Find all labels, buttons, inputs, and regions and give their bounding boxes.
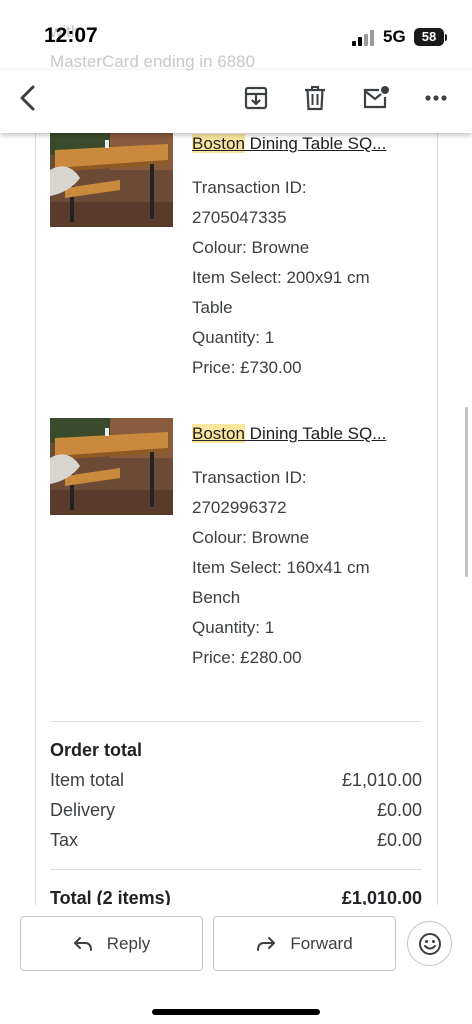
tax-row: Tax £0.00 (50, 830, 422, 851)
search-highlight: Boston (192, 134, 245, 153)
divider (50, 869, 422, 870)
item-quantity: Quantity: 1 (192, 618, 275, 637)
item-select-continued: Bench (192, 588, 241, 607)
item-colour: Colour: Browne (192, 528, 310, 547)
divider (50, 721, 422, 722)
back-button[interactable] (10, 80, 46, 116)
item-select: Item Select: 200x91 cm (192, 268, 370, 287)
item-title: Boston Dining Table SQ... (192, 423, 432, 453)
transaction-id: 2705047335 (192, 208, 287, 227)
status-bar: with MasterCard ending in 6880 12:07 5G … (0, 0, 472, 71)
forward-icon (256, 936, 276, 952)
item-title: Boston Dining Table SQ... (192, 133, 432, 163)
archive-icon (244, 86, 268, 110)
item-colour: Colour: Browne (192, 238, 310, 257)
product-image[interactable] (50, 418, 173, 515)
battery-icon: 58 (414, 28, 444, 46)
emoji-reaction-button[interactable] (407, 921, 452, 966)
transaction-label: Transaction ID: (192, 468, 307, 487)
archive-button[interactable] (238, 80, 274, 116)
scrollbar[interactable] (465, 407, 468, 577)
battery-tip (445, 34, 447, 41)
order-total-heading: Order total (50, 740, 143, 760)
item-price: Price: £730.00 (192, 358, 302, 377)
item-price: Price: £280.00 (192, 648, 302, 667)
mark-unread-button[interactable] (358, 80, 394, 116)
reply-icon (73, 936, 93, 952)
faded-background-text: MasterCard ending in 6880 (50, 52, 256, 71)
smiley-icon (418, 932, 441, 955)
forward-button[interactable]: Forward (213, 916, 396, 971)
tax-label: Tax (50, 830, 79, 850)
message-toolbar (0, 70, 472, 133)
more-options-button[interactable] (418, 80, 454, 116)
item-title-link[interactable]: Boston Dining Table SQ... (192, 424, 386, 443)
reply-label: Reply (106, 933, 151, 953)
more-horizontal-icon (425, 95, 447, 101)
item-select: Item Select: 160x41 cm (192, 558, 370, 577)
delivery-label: Delivery (50, 800, 116, 820)
grand-total-row: Total (2 items) £1,010.00 (50, 888, 422, 905)
search-highlight: Boston (192, 424, 245, 443)
item-total-value: £1,010.00 (341, 770, 422, 790)
item-title-text: Dining Table SQ... (244, 424, 387, 443)
tax-value: £0.00 (376, 830, 422, 850)
item-title-text: Dining Table SQ... (244, 134, 387, 153)
delete-button[interactable] (297, 80, 333, 116)
item-total-row: Item total £1,010.00 (50, 770, 422, 791)
transaction-id: 2702996372 (192, 498, 287, 517)
item-details: Boston Dining Table SQ... Transaction ID… (192, 133, 432, 383)
item-total-label: Item total (50, 770, 125, 790)
trash-icon (305, 86, 325, 111)
grand-total-value: £1,010.00 (341, 888, 422, 905)
clock: 12:07 (44, 24, 98, 47)
mail-dot-icon (363, 86, 389, 109)
home-indicator[interactable] (152, 1009, 320, 1015)
item-details: Boston Dining Table SQ... Transaction ID… (192, 423, 432, 673)
email-body[interactable]: Boston Dining Table SQ... Transaction ID… (0, 133, 472, 905)
network-type: 5G (383, 27, 406, 46)
arrow-left-icon (20, 85, 35, 111)
item-title-link[interactable]: Boston Dining Table SQ... (192, 134, 386, 153)
bottom-action-bar: Reply Forward (0, 905, 472, 1024)
signal-icon (352, 30, 374, 46)
transaction-label: Transaction ID: (192, 178, 307, 197)
delivery-value: £0.00 (376, 800, 422, 820)
forward-label: Forward (290, 933, 353, 953)
delivery-row: Delivery £0.00 (50, 800, 422, 821)
grand-total-label: Total (2 items) (50, 888, 171, 905)
item-select-continued: Table (192, 298, 233, 317)
reply-button[interactable]: Reply (20, 916, 203, 971)
item-quantity: Quantity: 1 (192, 328, 275, 347)
product-image[interactable] (50, 133, 173, 227)
